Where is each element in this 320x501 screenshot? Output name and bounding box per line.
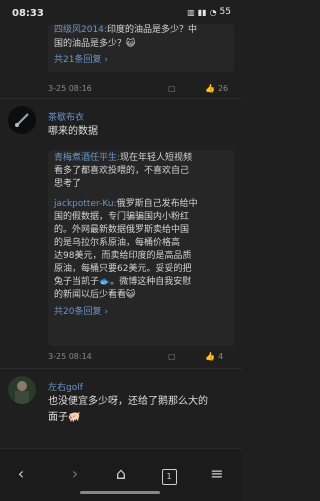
tabs-button[interactable]: 1: [154, 461, 184, 487]
vibrate-icon: ▥: [187, 7, 195, 17]
reply-line: 四级风2014:印度的油品是多少？中: [54, 24, 228, 37]
status-time: 08:33: [12, 8, 44, 19]
wifi-icon: ◔: [209, 7, 217, 17]
reply-line: 国的假数据，专门骗骗国内小粉红: [54, 212, 190, 222]
reply-line: 看多了都喜欢投喂的，不喜欢自己: [54, 166, 190, 176]
reply-line: 国的油品是多少？😺: [54, 39, 136, 49]
like-button[interactable]: 👍 4: [205, 352, 223, 361]
more-replies-link[interactable]: 共20条回复 ›: [54, 306, 228, 319]
reply-line: 的是乌拉尔系原油，每桶价格高: [54, 238, 181, 248]
divider: [0, 368, 241, 369]
commenter-name[interactable]: 左右golf: [48, 380, 83, 393]
reply-line: 兔子当凯子🐟。微博这种自我安慰: [54, 277, 192, 287]
reply-line: jackpotter-Ku:俄罗斯自己发布给中: [54, 199, 198, 209]
reply-line: 青梅煮酒任平生:现在年轻人短视频: [54, 153, 193, 163]
avatar[interactable]: [8, 376, 36, 404]
reply-user[interactable]: jackpotter-Ku:: [54, 199, 117, 209]
reply-line: 达98美元，而卖给印度的是高品质: [54, 251, 192, 261]
reply-icon[interactable]: ▢: [168, 352, 176, 361]
avatar[interactable]: [8, 106, 36, 134]
home-icon[interactable]: ⌂: [106, 461, 136, 487]
reply-box[interactable]: 四级风2014:印度的油品是多少？中 国的油品是多少？😺 共21条回复 ›: [48, 24, 234, 72]
reply-user[interactable]: 四级风2014:: [54, 25, 107, 35]
battery-level: 55: [219, 7, 231, 17]
thumb-up-icon: 👍: [205, 84, 215, 93]
comment-text: 哪来的数据: [48, 126, 98, 137]
back-icon[interactable]: ‹: [6, 461, 36, 487]
gesture-bar: [80, 491, 160, 494]
reply-line: 思考了: [54, 179, 82, 189]
like-count: 4: [217, 352, 224, 361]
reply-user[interactable]: 青梅煮酒任平生:: [54, 153, 120, 163]
comment-date: 3-25 08:14: [48, 352, 92, 361]
thumb-up-icon: 👍: [205, 352, 215, 361]
forward-icon[interactable]: ›: [60, 461, 90, 487]
status-bar: 08:33 ▥ ▮▮ ◔ 55: [0, 0, 241, 24]
signal-icon: ▮▮: [197, 7, 207, 17]
like-count: 26: [217, 84, 229, 93]
comment-text-line: 也没便宜多少呀，还给了鹅那么大的: [48, 396, 208, 407]
reply-line: 的。外网最新数据俄罗斯卖给中国: [54, 225, 190, 235]
like-button[interactable]: 👍 26: [205, 84, 228, 93]
reply-text: 印度的油品是多少？中: [106, 25, 197, 35]
divider: [0, 98, 241, 99]
reply-line: 的新闻以后少看看😺: [54, 290, 136, 300]
comment-text-line: 面子🐖: [48, 412, 81, 423]
status-icons: ▥ ▮▮ ◔ 55: [187, 7, 231, 17]
reply-box[interactable]: 青梅煮酒任平生:现在年轻人短视频 看多了都喜欢投喂的，不喜欢自己 思考了 jac…: [48, 150, 234, 346]
comment-date: 3-25 08:16: [48, 84, 92, 93]
menu-icon[interactable]: ≡: [202, 461, 232, 487]
commenter-name[interactable]: 茶歇布衣: [48, 110, 84, 123]
more-replies-link[interactable]: 共21条回复 ›: [54, 54, 228, 67]
reply-line: 原油，每桶只要62美元。妥妥的把: [54, 264, 192, 274]
reply-icon[interactable]: ▢: [168, 84, 176, 93]
